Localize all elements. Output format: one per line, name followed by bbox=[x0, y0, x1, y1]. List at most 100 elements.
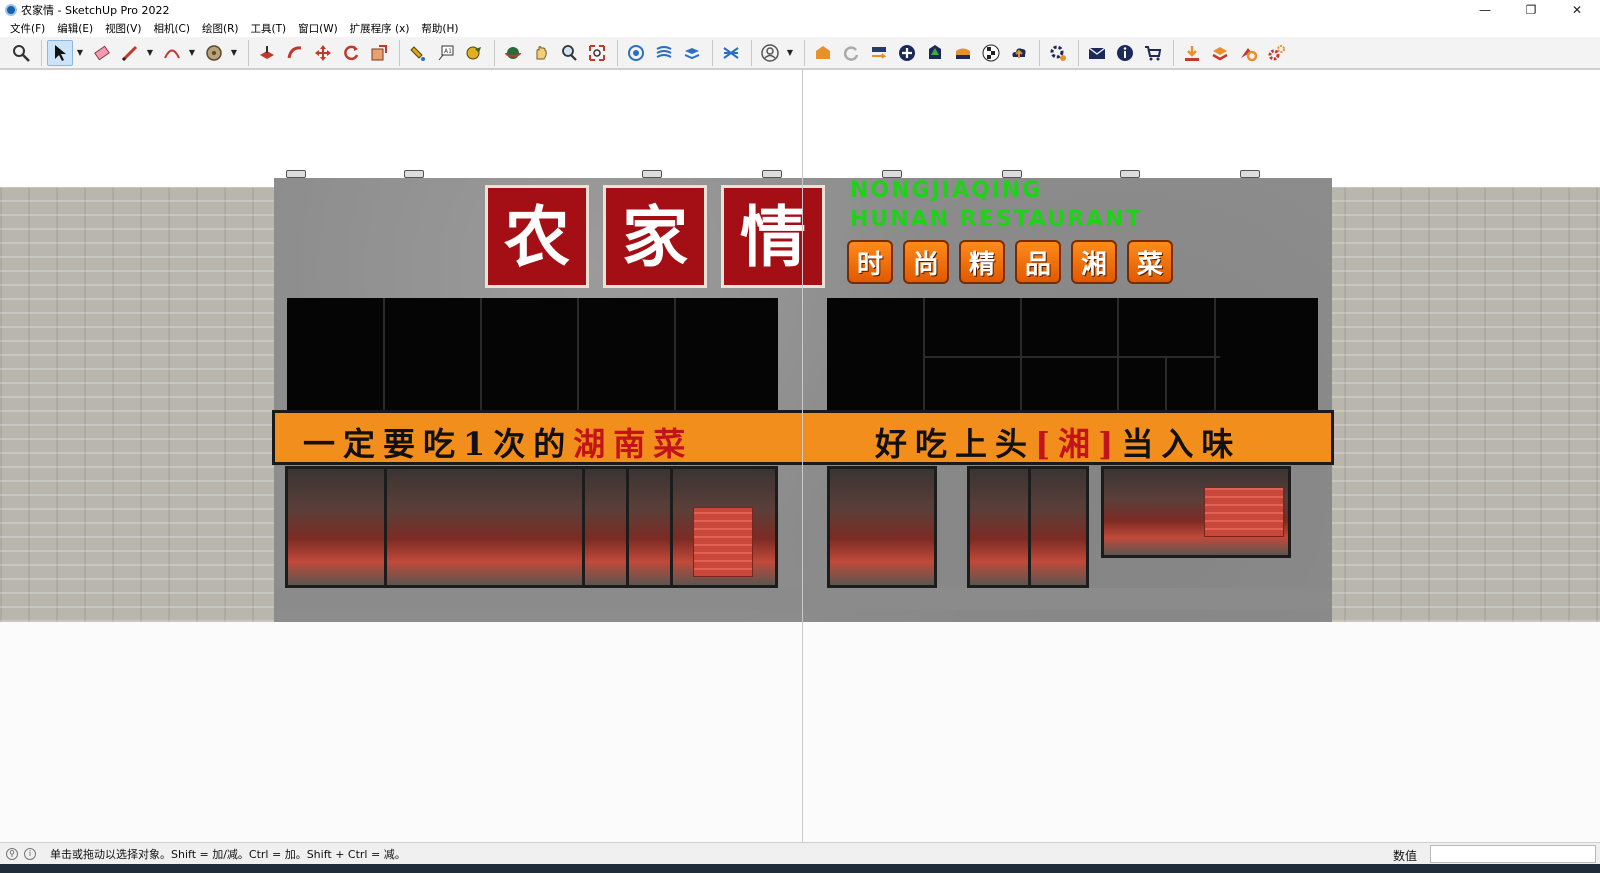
download-icon[interactable] bbox=[1179, 40, 1205, 66]
sign-char-box: 农 bbox=[485, 185, 589, 288]
english-name-line1: NONGJIAQING bbox=[850, 178, 1043, 203]
account-icon[interactable] bbox=[757, 40, 783, 66]
sign-char: 家 bbox=[622, 197, 688, 276]
plugin-icon[interactable] bbox=[1207, 40, 1233, 66]
measurements-label: 数值 bbox=[1393, 849, 1418, 863]
settings-icon[interactable] bbox=[1045, 40, 1071, 66]
gear-icon[interactable] bbox=[1263, 40, 1289, 66]
window-mullion bbox=[577, 298, 579, 420]
toolbar-separator bbox=[617, 39, 618, 66]
glass-frame bbox=[626, 469, 629, 585]
neon-sign bbox=[693, 507, 753, 577]
storefront-door bbox=[967, 466, 1089, 588]
storefront-glass-right bbox=[1101, 466, 1291, 558]
menu-help[interactable]: 帮助(H) bbox=[415, 21, 464, 36]
upload-icon[interactable] bbox=[1006, 40, 1032, 66]
minimize-button[interactable]: — bbox=[1462, 0, 1508, 19]
scenes-icon[interactable] bbox=[718, 40, 744, 66]
orbit-icon[interactable] bbox=[500, 40, 526, 66]
tape-icon[interactable] bbox=[201, 40, 227, 66]
push-pull-icon[interactable] bbox=[254, 40, 280, 66]
zoom-extents-icon[interactable] bbox=[584, 40, 610, 66]
select-dropdown-icon[interactable]: ▼ bbox=[75, 40, 85, 66]
share-icon[interactable] bbox=[866, 40, 892, 66]
warehouse-icon[interactable] bbox=[810, 40, 836, 66]
eraser-icon[interactable] bbox=[89, 40, 115, 66]
english-name-line2: HUNAN RESTAURANT bbox=[850, 207, 1143, 232]
main-toolbar: ▼ ▼ ▼ ▼ A1 ▼ bbox=[0, 37, 1600, 69]
spotlight bbox=[1002, 170, 1022, 178]
paint-icon[interactable] bbox=[405, 40, 431, 66]
rotate-icon[interactable] bbox=[338, 40, 364, 66]
banner-left-red: 湖南菜 bbox=[573, 425, 694, 463]
title-bar: 农家情 - SketchUp Pro 2022 — ❐ ✕ bbox=[0, 0, 1600, 19]
restore-button[interactable]: ❐ bbox=[1508, 0, 1554, 19]
follow-me-icon[interactable] bbox=[282, 40, 308, 66]
tape-dropdown-icon[interactable]: ▼ bbox=[229, 40, 239, 66]
checker-icon[interactable] bbox=[978, 40, 1004, 66]
upper-window-left bbox=[287, 298, 778, 420]
plugin-tools-icon[interactable] bbox=[1235, 40, 1261, 66]
spotlight bbox=[1240, 170, 1260, 178]
select-icon[interactable] bbox=[47, 39, 73, 66]
window-mullion bbox=[923, 298, 925, 420]
zoom-window-icon[interactable] bbox=[556, 40, 582, 66]
window-controls: — ❐ ✕ bbox=[1462, 0, 1600, 19]
measurements-input[interactable] bbox=[1430, 845, 1596, 863]
cart-icon[interactable] bbox=[1140, 40, 1166, 66]
pencil-icon[interactable] bbox=[117, 40, 143, 66]
materials-icon[interactable] bbox=[950, 40, 976, 66]
info-icon[interactable] bbox=[1112, 40, 1138, 66]
menu-window[interactable]: 窗口(W) bbox=[292, 21, 344, 36]
model-viewport[interactable]: 农 家 情 NONGJIAQING HUNAN RESTAURANT 时 尚 精… bbox=[0, 69, 1600, 842]
menu-camera[interactable]: 相机(C) bbox=[147, 21, 196, 36]
orange-banner: 一定要吃1次的湖南菜 好吃上头[湘]当入味 bbox=[272, 410, 1334, 465]
instructor-icon[interactable]: i bbox=[24, 847, 36, 860]
account-dropdown-icon[interactable]: ▼ bbox=[785, 40, 795, 66]
styles-icon[interactable] bbox=[623, 40, 649, 66]
slogan-tile: 精 bbox=[959, 240, 1005, 284]
toolbar-separator bbox=[1078, 39, 1079, 66]
move-icon[interactable] bbox=[310, 40, 336, 66]
text-icon[interactable]: A1 bbox=[433, 40, 459, 66]
section-icon[interactable] bbox=[461, 40, 487, 66]
menu-tools[interactable]: 工具(T) bbox=[244, 21, 292, 36]
pan-icon[interactable] bbox=[528, 40, 554, 66]
facade-base bbox=[274, 588, 1332, 610]
menu-edit[interactable]: 编辑(E) bbox=[51, 21, 99, 36]
storefront-glass-mid bbox=[827, 466, 937, 588]
slogan-tile: 时 bbox=[847, 240, 893, 284]
banner-right-black-2: 当入味 bbox=[1121, 425, 1242, 463]
banner-right-red: [湘] bbox=[1035, 425, 1122, 463]
os-taskbar bbox=[0, 864, 1600, 873]
arc-dropdown-icon[interactable]: ▼ bbox=[187, 40, 197, 66]
glass-frame bbox=[582, 469, 585, 585]
toolbar-separator bbox=[804, 39, 805, 66]
tree-icon[interactable] bbox=[922, 40, 948, 66]
menu-file[interactable]: 文件(F) bbox=[4, 21, 51, 36]
toolbar-separator bbox=[399, 39, 400, 66]
menu-draw[interactable]: 绘图(R) bbox=[196, 21, 245, 36]
window-mullion bbox=[1020, 298, 1022, 420]
window-mullion bbox=[674, 298, 676, 420]
sketchup-logo-icon bbox=[5, 3, 17, 16]
refresh-icon[interactable] bbox=[838, 40, 864, 66]
slogan-char: 尚 bbox=[912, 249, 939, 280]
components-icon[interactable] bbox=[679, 40, 705, 66]
arc-icon[interactable] bbox=[159, 40, 185, 66]
menu-view[interactable]: 视图(V) bbox=[99, 21, 147, 36]
add-icon[interactable] bbox=[894, 40, 920, 66]
menu-extensions[interactable]: 扩展程序 (x) bbox=[344, 21, 416, 36]
slogan-tile: 湘 bbox=[1071, 240, 1117, 284]
slogan-char: 时 bbox=[856, 249, 883, 280]
toolbar-separator bbox=[41, 39, 42, 66]
close-button[interactable]: ✕ bbox=[1554, 0, 1600, 19]
scale-icon[interactable] bbox=[366, 40, 392, 66]
layers-icon[interactable] bbox=[651, 40, 677, 66]
pencil-dropdown-icon[interactable]: ▼ bbox=[145, 40, 155, 66]
sign-char: 农 bbox=[504, 197, 570, 276]
geo-location-icon[interactable]: ⚲ bbox=[6, 847, 18, 860]
banner-right-black-1: 好吃上头 bbox=[875, 425, 1036, 463]
mail-icon[interactable] bbox=[1084, 40, 1110, 66]
zoom-icon[interactable] bbox=[8, 40, 34, 66]
